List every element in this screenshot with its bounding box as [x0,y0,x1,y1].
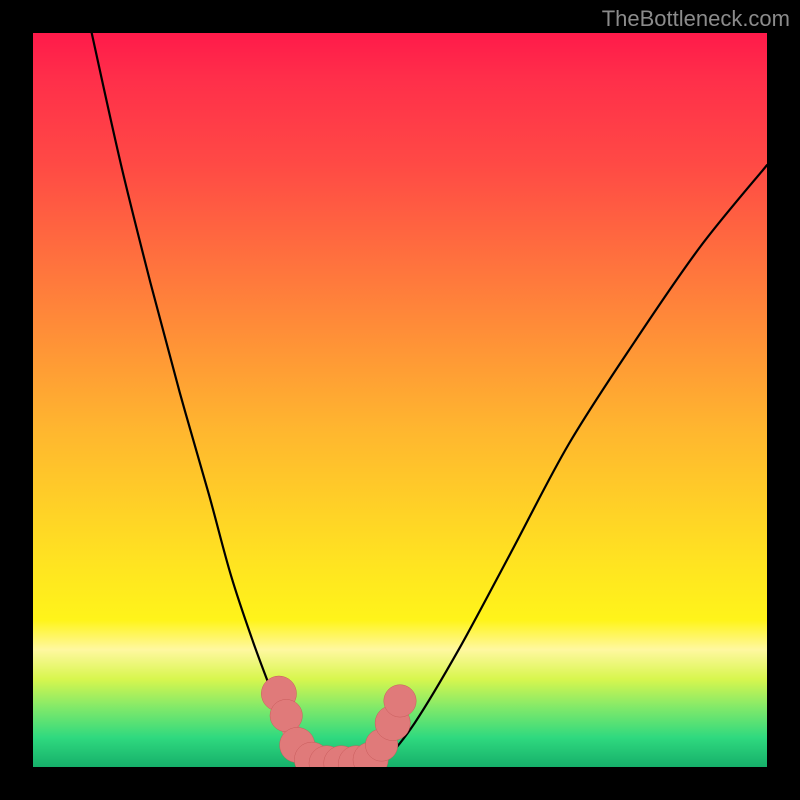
bead [324,746,359,767]
bead [338,746,373,767]
chart-frame: TheBottleneck.com [0,0,800,800]
curve-overlay [33,33,767,767]
beads-group [261,676,416,767]
bead [309,746,344,767]
bead [270,699,302,731]
bead [384,685,416,717]
plot-area [33,33,767,767]
bead [375,705,410,740]
bead [261,676,296,711]
bead [280,727,315,762]
bead [294,742,329,767]
curve-left [92,33,371,767]
watermark-text: TheBottleneck.com [602,6,790,32]
bead-track [279,694,400,764]
curve-right [312,165,767,767]
bead [353,742,388,767]
bead [365,729,397,761]
